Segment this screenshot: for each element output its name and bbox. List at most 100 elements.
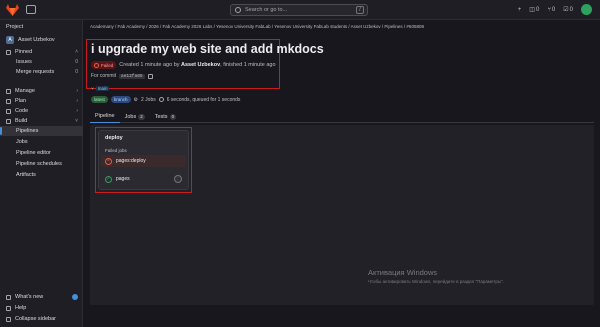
created-suffix: , finished 1 minute ago: [220, 62, 276, 68]
top-actions: + ◫ 0 ⑂ 0 ☑ 0: [518, 4, 592, 15]
search-input[interactable]: Search or go to... /: [230, 4, 368, 16]
chevron-right-icon: ›: [76, 98, 78, 104]
branch-line: ⑂ main: [91, 86, 110, 91]
sidebar-item-manage[interactable]: Manage ›: [0, 86, 83, 96]
sidebar: Project A Asset Uzbekov Pinned ˄ Issues …: [0, 20, 83, 327]
sidebar-item-pipeline-schedules[interactable]: Pipeline schedules: [0, 159, 83, 169]
sidebar-item-label: Issues: [16, 59, 32, 65]
tab-label: Jobs: [124, 113, 137, 120]
tab-pipeline[interactable]: Pipeline: [90, 110, 120, 123]
sidebar-item-label: Merge requests: [16, 69, 55, 75]
pipeline-meta: latest branch ⚙ 2 Jobs 6 seconds, queued…: [91, 96, 240, 103]
pipeline-status-line: Failed Created 1 minute ago by Asset Uzb…: [91, 61, 276, 69]
copy-icon[interactable]: [147, 73, 153, 79]
tab-count: 0: [169, 113, 177, 120]
sidebar-header: Project: [0, 22, 83, 32]
manage-icon: [6, 88, 11, 94]
notification-dot: [72, 294, 78, 300]
sidebar-item-label: Pipelines: [16, 128, 39, 134]
help-icon: [6, 305, 11, 311]
breadcrumb[interactable]: Academany / Fab Academy / 2026 / Fab Aca…: [90, 24, 424, 29]
sidebar-item-label: Jobs: [16, 139, 28, 145]
project-name: Asset Uzbekov: [18, 37, 55, 43]
commit-sha-link[interactable]: ae12fa65: [119, 73, 145, 79]
tab-jobs[interactable]: Jobs 2: [120, 110, 150, 123]
user-avatar[interactable]: [581, 4, 592, 15]
sidebar-item-label: Build: [15, 118, 28, 124]
plan-icon: [6, 98, 11, 104]
duration: 6 seconds, queued for 1 seconds: [166, 96, 241, 103]
failed-status-icon: [94, 62, 99, 68]
todos-counter[interactable]: ☑ 0: [563, 6, 573, 14]
commit-label: For commit: [91, 73, 116, 79]
sidebar-header-label: Project: [6, 24, 24, 30]
sidebar-item-label: Pinned: [15, 49, 33, 55]
sidebar-item-label: Plan: [15, 98, 27, 104]
page-title: i upgrade my web site and add mkdocs: [91, 42, 324, 56]
sidebar-project[interactable]: A Asset Uzbekov: [0, 35, 83, 45]
sidebar-item-build[interactable]: Build ˅: [0, 116, 83, 126]
merge-requests-counter[interactable]: ⑂ 0: [547, 7, 555, 13]
search-placeholder: Search or go to...: [245, 7, 288, 13]
branch-icon: ⑂: [91, 86, 94, 91]
chevron-right-icon: ›: [76, 88, 78, 94]
job-pages-deploy[interactable]: × pages:deploy: [101, 155, 186, 167]
sidebar-item-issues[interactable]: Issues 0: [0, 57, 83, 67]
sidebar-item-label: What's new: [15, 294, 44, 300]
job-pages[interactable]: ✓ pages: [101, 173, 186, 185]
sidebar-item-pipeline-editor[interactable]: Pipeline editor: [0, 148, 83, 158]
retry-icon[interactable]: [174, 175, 182, 183]
rocket-icon: [6, 118, 11, 124]
branch-link[interactable]: main: [95, 86, 110, 91]
branch-badge: branch: [110, 96, 131, 103]
gift-icon: [6, 294, 11, 300]
tab-label: Tests: [154, 113, 168, 120]
create-new-icon[interactable]: +: [518, 7, 522, 13]
issues-counter[interactable]: ◫ 0: [529, 6, 539, 14]
sidebar-item-pinned[interactable]: Pinned ˄: [0, 47, 83, 57]
stage-title: deploy: [105, 135, 123, 141]
author-link[interactable]: Asset Uzbekov: [181, 62, 220, 68]
created-prefix: Created 1 minute ago by: [119, 62, 180, 68]
tab-count: 2: [138, 113, 145, 120]
sidebar-item-label: Collapse sidebar: [15, 316, 56, 322]
issues-icon: ◫: [529, 7, 535, 13]
search-icon: [235, 7, 241, 13]
commit-line: For commit ae12fa65: [91, 73, 153, 79]
project-avatar: A: [6, 36, 14, 44]
gitlab-logo-icon[interactable]: [6, 4, 19, 16]
failed-jobs-label: Failed jobs: [105, 148, 127, 153]
tab-tests[interactable]: Tests 0: [150, 110, 181, 123]
merge-request-icon: ⑂: [547, 6, 551, 13]
windows-activation-body: Чтобы активировать Windows, перейдите в …: [368, 279, 504, 284]
sidebar-item-label: Pipeline editor: [16, 150, 51, 156]
job-name: pages:deploy: [116, 158, 146, 164]
sidebar-item-merge-requests[interactable]: Merge requests 0: [0, 67, 83, 77]
sidebar-item-artifacts[interactable]: Artifacts: [0, 170, 83, 180]
sidebar-item-label: Pipeline schedules: [16, 161, 62, 167]
chevron-down-icon: ˅: [75, 118, 78, 124]
sidebar-item-pipelines[interactable]: Pipelines: [0, 126, 83, 136]
sidebar-item-whats-new[interactable]: What's new: [0, 292, 83, 302]
issues-count: 0: [75, 59, 78, 65]
chevron-right-icon: ›: [76, 108, 78, 114]
todo-icon: ☑: [563, 7, 569, 13]
search-shortcut: /: [356, 6, 364, 14]
stage-card-deploy: deploy Failed jobs × pages:deploy ✓ page…: [98, 130, 189, 190]
sidebar-item-help[interactable]: Help: [0, 303, 83, 313]
sidebar-item-label: Manage: [15, 88, 35, 94]
windows-activation-title: Активация Windows: [368, 268, 438, 277]
collapse-sidebar-button[interactable]: Collapse sidebar: [0, 314, 83, 324]
code-icon: [6, 108, 11, 114]
job-name: pages: [116, 176, 130, 182]
tab-label: Pipeline: [95, 113, 115, 119]
sidebar-item-label: Code: [15, 108, 29, 114]
top-bar: Search or go to... / + ◫ 0 ⑂ 0 ☑ 0: [0, 0, 600, 20]
sidebar-item-code[interactable]: Code ›: [0, 106, 83, 116]
status-badge[interactable]: Failed: [91, 61, 117, 69]
jobs-icon: ⚙: [133, 96, 139, 103]
sidebar-item-jobs[interactable]: Jobs: [0, 137, 83, 147]
pipeline-tabs: Pipeline Jobs 2 Tests 0: [90, 110, 594, 123]
sidebar-toggle-icon[interactable]: [26, 5, 36, 14]
sidebar-item-plan[interactable]: Plan ›: [0, 96, 83, 106]
